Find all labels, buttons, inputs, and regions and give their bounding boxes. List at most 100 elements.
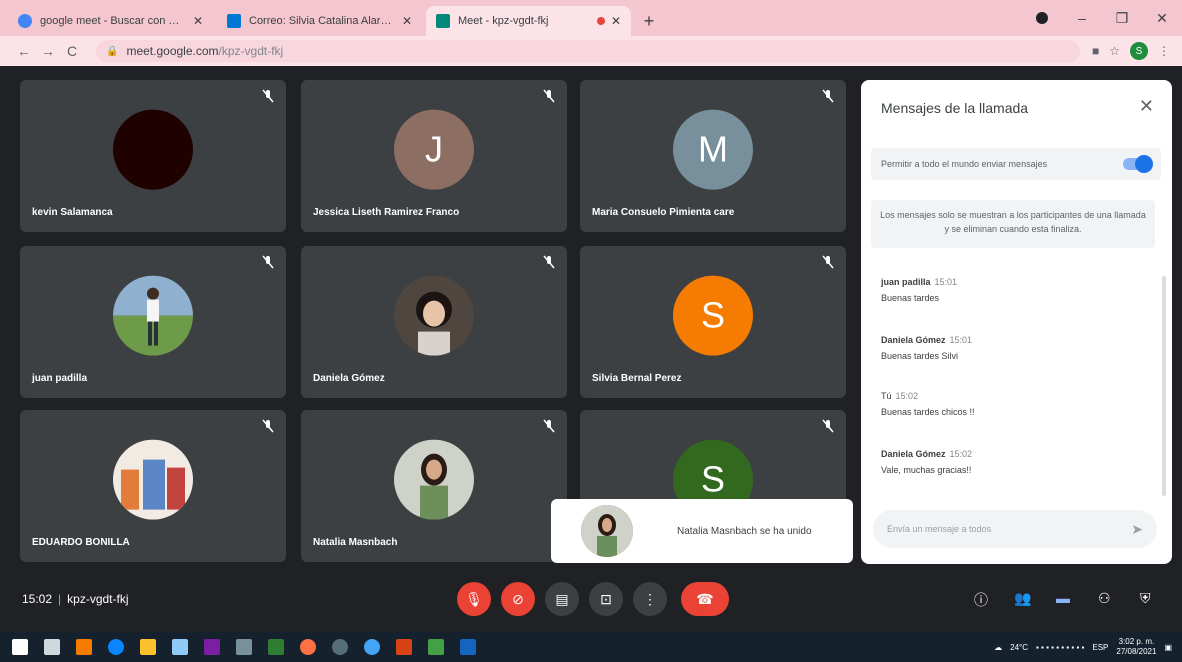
message-text: Buenas tardes bbox=[881, 293, 940, 303]
recording-dot-icon bbox=[596, 17, 605, 25]
mic-off-icon bbox=[262, 89, 274, 103]
profile-photo bbox=[394, 439, 474, 520]
weather-icon[interactable]: ☁ bbox=[994, 643, 1002, 652]
people-icon[interactable]: 👥 bbox=[1014, 590, 1031, 607]
lock-icon: 🔒 bbox=[106, 45, 119, 57]
chat-message-input[interactable]: Envía un mensaje a todos ➤ bbox=[873, 510, 1157, 548]
browser-tab-2[interactable]: Meet - kpz-vgdt-fkj ✕ bbox=[426, 6, 631, 36]
app-icon[interactable] bbox=[236, 639, 252, 655]
present-screen-icon: ⊡ bbox=[600, 590, 612, 607]
media-icon[interactable] bbox=[1036, 12, 1048, 24]
powerpoint-icon[interactable] bbox=[396, 639, 412, 655]
restore-icon[interactable]: ❐ bbox=[1102, 10, 1142, 27]
file-explorer-icon[interactable] bbox=[140, 639, 156, 655]
browser-tab-0[interactable]: google meet - Buscar con Goog ✕ bbox=[8, 6, 213, 36]
avatar bbox=[113, 275, 193, 356]
avatar bbox=[394, 275, 474, 356]
participant-tile[interactable]: S Silvia Bernal Perez bbox=[580, 246, 846, 398]
avatar: M bbox=[673, 109, 753, 190]
activities-icon[interactable]: ⚇ bbox=[1098, 590, 1111, 607]
join-notification: Natalia Masnbach se ha unido bbox=[551, 499, 853, 563]
tray-icons[interactable]: ▪ ▪ ▪ ▪ ▪ ▪ ▪ ▪ ▪ ▪ bbox=[1036, 643, 1084, 652]
address-input[interactable]: 🔒 meet.google.com/kpz-vgdt-fkj bbox=[96, 40, 1080, 62]
participant-tile[interactable]: J Jessica Liseth Ramirez Franco bbox=[301, 80, 567, 232]
kebab-menu-icon[interactable]: ⋮ bbox=[1158, 44, 1170, 58]
captions-button[interactable]: ▤ bbox=[545, 582, 579, 616]
word-icon[interactable] bbox=[460, 639, 476, 655]
chat-message: Daniela Gómez 15:01 Buenas tardes Silvi bbox=[881, 332, 972, 364]
chat-message: Daniela Gómez 15:02 Vale, muchas gracias!… bbox=[881, 446, 972, 478]
send-icon[interactable]: ➤ bbox=[1131, 521, 1143, 538]
allow-messages-label: Permitir a todo el mundo enviar mensajes bbox=[881, 159, 1048, 169]
participant-tile[interactable]: Daniela Gómez bbox=[301, 246, 567, 398]
mic-off-icon: 🎙 bbox=[465, 590, 483, 607]
close-icon[interactable]: ✕ bbox=[1139, 96, 1154, 117]
notifications-icon[interactable]: ▣ bbox=[1164, 643, 1172, 652]
reload-icon[interactable]: C bbox=[60, 43, 84, 59]
chat-message: juan padilla 15:01 Buenas tardes bbox=[881, 274, 957, 306]
mic-off-icon bbox=[543, 419, 555, 433]
mic-off-icon bbox=[822, 89, 834, 103]
browser-tab-1[interactable]: Correo: Silvia Catalina Alarcon G ✕ bbox=[217, 6, 422, 36]
participant-tile[interactable]: M Maria Consuelo Pimienta care bbox=[580, 80, 846, 232]
close-window-icon[interactable]: ✕ bbox=[1142, 10, 1182, 27]
profile-photo bbox=[113, 275, 193, 356]
edge-icon[interactable] bbox=[108, 639, 124, 655]
language-indicator[interactable]: ESP bbox=[1092, 643, 1108, 652]
tab-label: Correo: Silvia Catalina Alarcon G bbox=[249, 15, 396, 27]
leave-call-button[interactable]: ☎ bbox=[681, 582, 729, 616]
chat-message: Tú 15:02 Buenas tardes chicos !! bbox=[881, 388, 975, 420]
present-button[interactable]: ⊡ bbox=[589, 582, 623, 616]
back-icon[interactable]: ← bbox=[12, 43, 36, 59]
vlc-icon[interactable] bbox=[76, 639, 92, 655]
task-view-icon[interactable] bbox=[44, 639, 60, 655]
chat-scrollbar[interactable] bbox=[1162, 276, 1166, 496]
avatar[interactable]: S bbox=[1130, 42, 1148, 60]
close-icon[interactable]: ✕ bbox=[193, 14, 203, 28]
app-icon[interactable] bbox=[332, 639, 348, 655]
clock[interactable]: 3:02 p. m. 27/08/2021 bbox=[1116, 637, 1156, 657]
tab-label: google meet - Buscar con Goog bbox=[40, 15, 187, 27]
mic-toggle-button[interactable]: 🎙 bbox=[457, 582, 491, 616]
participant-tile[interactable]: EDUARDO BONILLA bbox=[20, 410, 286, 562]
meeting-controls-bar: 15:02 | kpz-vgdt-fkj 🎙 ⊘ ▤ ⊡ ⋮ ☎ ⓘ 👥 ▬ ⚇ ⛨ bbox=[0, 566, 1182, 632]
windows-start-icon[interactable] bbox=[12, 639, 28, 655]
info-icon[interactable]: ⓘ bbox=[974, 590, 988, 610]
star-icon[interactable]: ☆ bbox=[1109, 44, 1120, 58]
participant-name: Maria Consuelo Pimienta care bbox=[592, 207, 735, 218]
chrome-icon[interactable] bbox=[364, 639, 380, 655]
camera-toggle-button[interactable]: ⊘ bbox=[501, 582, 535, 616]
notification-text: Natalia Masnbach se ha unido bbox=[677, 525, 812, 537]
forward-icon[interactable]: → bbox=[36, 43, 60, 59]
participant-tile[interactable]: kevin Salamanca bbox=[20, 80, 286, 232]
app-icon[interactable] bbox=[172, 639, 188, 655]
url-path: /kpz-vgdt-fkj bbox=[218, 44, 284, 58]
premiere-icon[interactable] bbox=[204, 639, 220, 655]
os-taskbar: ☁ 24°C ▪ ▪ ▪ ▪ ▪ ▪ ▪ ▪ ▪ ▪ ESP 3:02 p. m… bbox=[0, 632, 1182, 662]
chat-icon[interactable]: ▬ bbox=[1056, 590, 1070, 606]
mic-off-icon bbox=[822, 255, 834, 269]
meet-icon bbox=[436, 14, 450, 28]
allow-messages-row: Permitir a todo el mundo enviar mensajes bbox=[871, 148, 1161, 180]
avatar: S bbox=[673, 275, 753, 356]
close-icon[interactable]: ✕ bbox=[611, 14, 621, 28]
avatar bbox=[113, 109, 193, 190]
host-controls-icon[interactable]: ⛨ bbox=[1140, 590, 1151, 607]
allow-messages-toggle[interactable] bbox=[1123, 155, 1153, 173]
message-text: Vale, muchas gracias!! bbox=[881, 465, 972, 475]
chrome-active-icon[interactable] bbox=[428, 639, 444, 655]
plus-icon[interactable]: + bbox=[635, 6, 663, 36]
minimize-icon[interactable]: – bbox=[1062, 10, 1102, 26]
message-time: 15:02 bbox=[895, 391, 919, 401]
firefox-icon[interactable] bbox=[300, 639, 316, 655]
camera-permission-icon[interactable]: ■ bbox=[1092, 44, 1099, 58]
message-sender: Daniela Gómez bbox=[881, 335, 946, 345]
more-options-button[interactable]: ⋮ bbox=[633, 582, 667, 616]
participant-name: Natalia Masnbach bbox=[313, 537, 398, 548]
close-icon[interactable]: ✕ bbox=[402, 14, 412, 28]
meeting-code: kpz-vgdt-fkj bbox=[67, 592, 129, 606]
participant-tile[interactable]: Natalia Masnbach bbox=[301, 410, 567, 562]
audition-icon[interactable] bbox=[268, 639, 284, 655]
participant-tile[interactable]: juan padilla bbox=[20, 246, 286, 398]
meet-stage: kevin Salamanca J Jessica Liseth Ramirez… bbox=[0, 66, 1182, 632]
